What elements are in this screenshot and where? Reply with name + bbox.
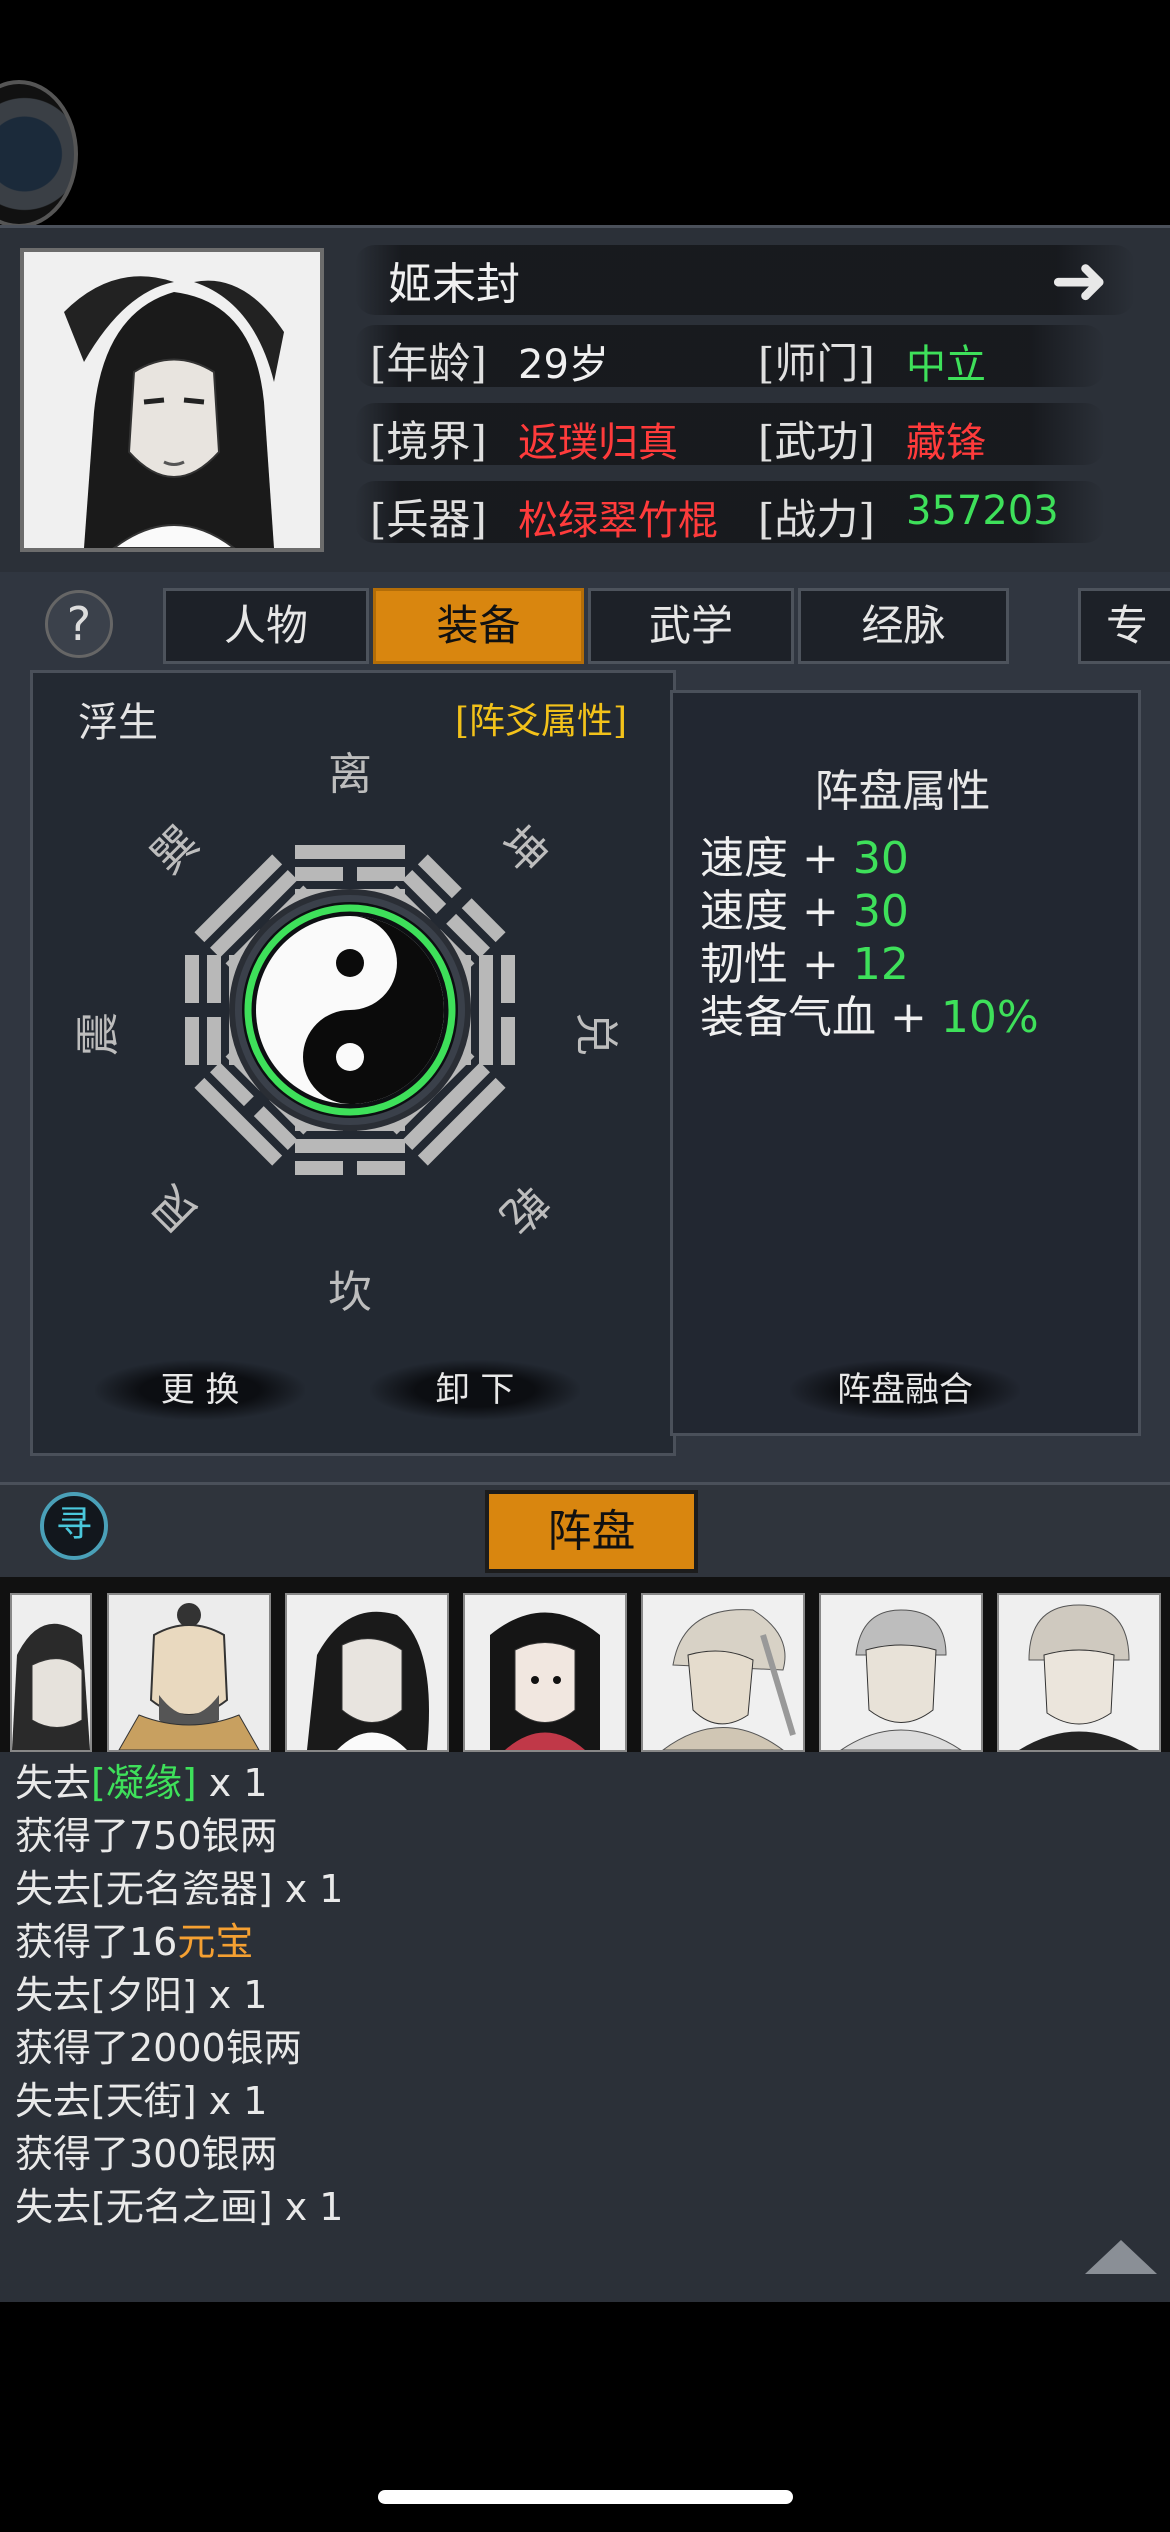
log-line: 失去[夕阳] x 1 <box>15 1973 268 2017</box>
formation-set-name: 浮生 <box>78 700 158 746</box>
log-line: 失去[凝缘] x 1 <box>15 1761 268 1805</box>
hero-portrait[interactable] <box>10 1593 92 1752</box>
weapon-value: 松绿翠竹棍 <box>518 498 718 544</box>
replace-button[interactable]: 更 换 <box>95 1360 305 1420</box>
log-line: 获得了16元宝 <box>15 1920 254 1964</box>
tab-martial-arts[interactable]: 武学 <box>588 588 794 664</box>
log-line: 获得了300银两 <box>15 2132 278 2176</box>
scroll-up-triangle-icon[interactable] <box>1085 2240 1157 2274</box>
age-value: 29岁 <box>518 342 609 388</box>
hero-portrait[interactable] <box>107 1593 271 1752</box>
power-label: [战力] <box>758 495 875 544</box>
tab-character[interactable]: 人物 <box>163 588 369 664</box>
trigram-li: 离 <box>328 749 372 800</box>
hero-portrait[interactable] <box>641 1593 805 1752</box>
weapon-label: [兵器] <box>370 495 487 544</box>
formation-fuse-button[interactable]: 阵盘融合 <box>790 1360 1020 1420</box>
tab-special[interactable]: 专 <box>1078 588 1170 664</box>
log-line: 失去[无名之画] x 1 <box>15 2185 344 2229</box>
hero-portrait[interactable] <box>463 1593 627 1752</box>
formation-attr-link[interactable]: [阵爻属性] <box>455 692 627 744</box>
sect-value: 中立 <box>906 342 986 388</box>
age-label: [年龄] <box>370 339 487 388</box>
character-name: 姬末封 <box>388 259 520 310</box>
power-value: 357203 <box>906 488 1059 534</box>
hero-portrait[interactable] <box>285 1593 449 1752</box>
attribute-row: 装备气血 + 10% <box>700 992 1039 1043</box>
log-line: 失去[无名瓷器] x 1 <box>15 1867 344 1911</box>
tab-equipment[interactable]: 装备 <box>373 588 584 664</box>
home-indicator[interactable] <box>378 2490 793 2504</box>
log-line: 获得了2000银两 <box>15 2026 302 2070</box>
realm-value: 返璞归真 <box>518 420 678 466</box>
unequip-button[interactable]: 卸 下 <box>370 1360 580 1420</box>
trigram-dui: 兑 <box>570 1012 621 1056</box>
trigram-kan: 坎 <box>328 1267 372 1318</box>
realm-label: [境界] <box>370 417 487 466</box>
menu-round-button[interactable] <box>0 80 78 228</box>
help-button[interactable]: ? <box>45 590 113 658</box>
log-line: 失去[天街] x 1 <box>15 2079 268 2123</box>
tab-formation[interactable]: 阵盘 <box>485 1490 698 1573</box>
tab-meridians[interactable]: 经脉 <box>798 588 1009 664</box>
hero-portrait[interactable] <box>819 1593 983 1752</box>
trigram-zhen: 震 <box>73 1012 124 1056</box>
sect-label: [师门] <box>758 339 875 388</box>
seek-button[interactable]: 寻 <box>40 1492 108 1560</box>
character-portrait <box>20 248 324 552</box>
hero-portrait[interactable] <box>997 1593 1161 1752</box>
next-character-arrow-icon[interactable]: ➜ <box>1050 245 1109 315</box>
attribute-title: 阵盘属性 <box>814 766 991 817</box>
martial-label: [武功] <box>758 417 875 466</box>
log-line: 获得了750银两 <box>15 1814 278 1858</box>
martial-value: 藏锋 <box>906 420 986 466</box>
